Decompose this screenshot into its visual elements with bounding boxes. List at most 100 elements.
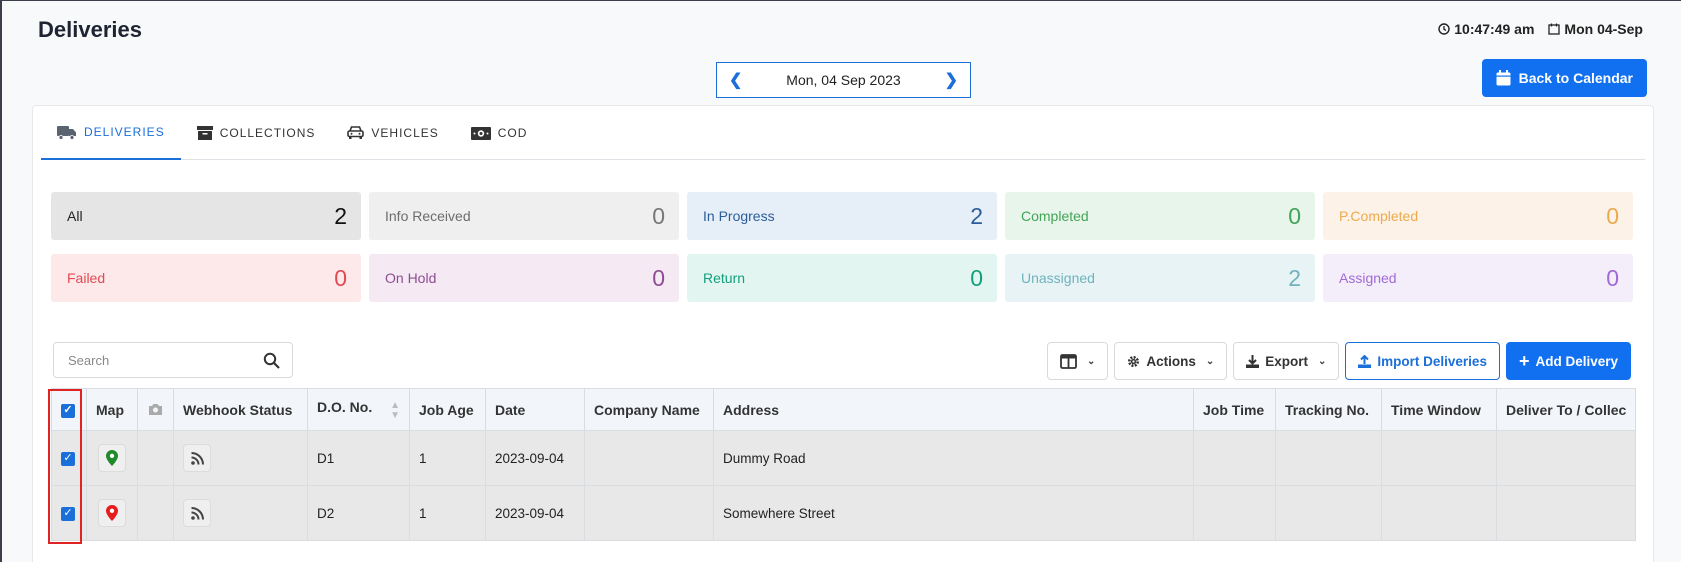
column-toggle-button[interactable]: ⌄ xyxy=(1046,342,1109,380)
import-deliveries-label: Import Deliveries xyxy=(1377,353,1487,369)
status-filter-count: 0 xyxy=(1606,264,1619,291)
camera-icon xyxy=(149,403,162,415)
do-no-cell[interactable]: D2 xyxy=(307,485,410,541)
export-label: Export xyxy=(1265,353,1309,369)
status-filter-all[interactable]: All 2 xyxy=(51,192,361,240)
chevron-right-icon[interactable]: ❯ xyxy=(945,70,958,90)
actions-label: Actions xyxy=(1146,353,1196,369)
col-company-name[interactable]: Company Name xyxy=(584,388,714,431)
time-window-cell xyxy=(1381,430,1497,486)
table-toolbar: ⌄ Actions ⌄ Export ⌄ Import Deliveries +… xyxy=(1046,342,1631,380)
col-tracking-no[interactable]: Tracking No. xyxy=(1275,388,1382,431)
row-checkbox[interactable]: ✓ xyxy=(61,451,75,466)
photo-cell xyxy=(137,430,174,486)
status-filter-label: Info Received xyxy=(385,208,471,224)
webhook-status-button[interactable] xyxy=(183,444,211,472)
status-filter-unassigned[interactable]: Unassigned 2 xyxy=(1005,254,1315,302)
map-cell[interactable] xyxy=(86,430,138,486)
status-filter-assigned[interactable]: Assigned 0 xyxy=(1323,254,1633,302)
company-cell xyxy=(584,485,714,541)
col-do-no-label: D.O. No. xyxy=(317,398,373,415)
tab-cod-label: COD xyxy=(497,126,528,140)
status-filter-count: 0 xyxy=(334,264,347,291)
chevron-down-icon: ⌄ xyxy=(1205,355,1215,367)
status-filter-completed[interactable]: Completed 0 xyxy=(1005,192,1315,240)
chevron-down-icon: ⌄ xyxy=(1086,355,1096,367)
row-select-cell[interactable]: ✓ xyxy=(51,485,87,541)
status-filter-count: 2 xyxy=(334,202,347,229)
webhook-cell xyxy=(173,485,308,541)
col-address[interactable]: Address xyxy=(713,388,1194,431)
col-webhook-status[interactable]: Webhook Status xyxy=(173,388,308,431)
select-all-header[interactable]: ✓ xyxy=(51,388,87,431)
status-filter-p-completed[interactable]: P.Completed 0 xyxy=(1323,192,1633,240)
status-filter-return[interactable]: Return 0 xyxy=(687,254,997,302)
status-filter-failed[interactable]: Failed 0 xyxy=(51,254,361,302)
photo-cell xyxy=(137,485,174,541)
deliver-to-cell xyxy=(1495,430,1637,486)
search-input[interactable]: Search xyxy=(68,353,109,368)
status-filter-on-hold[interactable]: On Hold 0 xyxy=(369,254,679,302)
status-filter-label: All xyxy=(67,208,83,224)
search-icon[interactable] xyxy=(263,352,280,369)
status-filter-in-progress[interactable]: In Progress 2 xyxy=(687,192,997,240)
tab-vehicles[interactable]: VEHICLES xyxy=(331,106,454,160)
col-time-window[interactable]: Time Window xyxy=(1381,388,1497,431)
tab-bar: DELIVERIES COLLECTIONS VEHICLES COD xyxy=(41,106,1645,160)
gear-icon xyxy=(1128,355,1140,367)
tab-cod[interactable]: COD xyxy=(455,106,544,160)
car-icon xyxy=(347,126,365,139)
status-filter-count: 0 xyxy=(652,264,665,291)
col-do-no[interactable]: D.O. No. ▲ ▼ xyxy=(307,388,410,431)
status-filter-label: Unassigned xyxy=(1021,270,1095,286)
table-header-row: ✓ Map Webhook Status D.O. No. ▲ ▼ Job Age… xyxy=(51,388,1637,431)
map-pin-button[interactable] xyxy=(98,444,126,472)
back-to-calendar-button[interactable]: Back to Calendar xyxy=(1481,59,1647,97)
export-button[interactable]: Export ⌄ xyxy=(1233,342,1340,380)
webhook-status-button[interactable] xyxy=(183,499,211,527)
col-date[interactable]: Date xyxy=(485,388,585,431)
page-title: Deliveries xyxy=(38,17,142,42)
search-box[interactable]: Search xyxy=(53,342,293,378)
actions-button[interactable]: Actions ⌄ xyxy=(1114,342,1228,380)
back-to-calendar-label: Back to Calendar xyxy=(1518,70,1633,86)
status-filter-label: On Hold xyxy=(385,270,437,286)
status-filter-label: Completed xyxy=(1021,208,1089,224)
current-time: 10:47:49 am xyxy=(1454,21,1535,37)
status-filter-info-received[interactable]: Info Received 0 xyxy=(369,192,679,240)
add-delivery-button[interactable]: + Add Delivery xyxy=(1505,342,1631,380)
col-job-time[interactable]: Job Time xyxy=(1193,388,1276,431)
current-date: Mon 04-Sep xyxy=(1564,21,1643,37)
tab-collections[interactable]: COLLECTIONS xyxy=(181,106,332,160)
row-checkbox[interactable]: ✓ xyxy=(61,506,75,521)
sort-icon[interactable]: ▲ ▼ xyxy=(390,400,400,421)
map-cell[interactable] xyxy=(86,485,138,541)
calendar-icon xyxy=(1496,70,1511,86)
status-filter-count: 0 xyxy=(1606,202,1619,229)
col-map[interactable]: Map xyxy=(86,388,138,431)
status-filter-label: Failed xyxy=(67,270,106,286)
col-deliver-to[interactable]: Deliver To / Collec xyxy=(1495,388,1637,431)
status-filter-count: 0 xyxy=(652,202,665,229)
do-no-cell[interactable]: D1 xyxy=(307,430,410,486)
selected-date[interactable]: Mon, 04 Sep 2023 xyxy=(786,72,900,88)
status-filter-count: 0 xyxy=(970,264,983,291)
select-all-checkbox[interactable]: ✓ xyxy=(61,403,75,418)
chevron-left-icon[interactable]: ❮ xyxy=(729,70,742,90)
chevron-down-icon: ⌄ xyxy=(1318,355,1327,367)
clock-icon xyxy=(1438,23,1450,35)
status-filter-label: Assigned xyxy=(1339,270,1397,286)
import-deliveries-button[interactable]: Import Deliveries xyxy=(1345,342,1500,380)
company-cell xyxy=(584,430,714,486)
col-job-age[interactable]: Job Age xyxy=(409,388,486,431)
tab-deliveries[interactable]: DELIVERIES xyxy=(41,106,181,160)
map-pin-button[interactable] xyxy=(98,499,126,527)
calendar-outline-icon xyxy=(1548,23,1561,35)
table-row[interactable]: ✓ D2 1 2023-09-04 Somewhere Street xyxy=(51,485,1637,541)
status-filter-label: In Progress xyxy=(703,208,775,224)
row-select-cell[interactable]: ✓ xyxy=(51,430,87,486)
table-row[interactable]: ✓ D1 1 2023-09-04 Dummy Road xyxy=(51,430,1637,486)
date-cell: 2023-09-04 xyxy=(485,430,585,486)
tracking-cell xyxy=(1275,485,1382,541)
col-photo[interactable] xyxy=(137,388,174,431)
